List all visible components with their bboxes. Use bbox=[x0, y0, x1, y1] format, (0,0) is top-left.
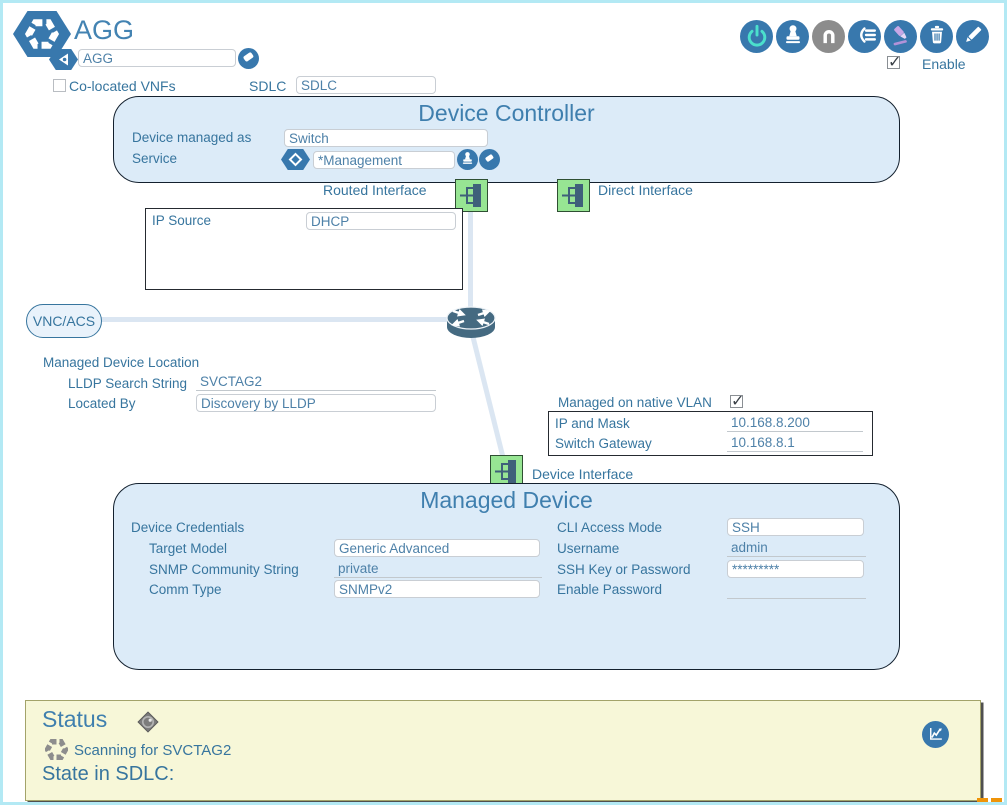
device-name-input[interactable] bbox=[78, 49, 236, 67]
connector-router-to-device-interface bbox=[469, 330, 505, 457]
resize-grip[interactable] bbox=[977, 798, 988, 805]
device-controller-panel: Device Controller Device managed as Serv… bbox=[113, 96, 900, 183]
enable-password-input[interactable] bbox=[727, 581, 866, 599]
colocated-vnfs-checkbox[interactable] bbox=[53, 79, 66, 92]
lldp-search-input[interactable] bbox=[196, 373, 436, 391]
tag-icon bbox=[49, 49, 78, 75]
scanning-text: Scanning for SVCTAG2 bbox=[74, 742, 231, 759]
page-title: AGG bbox=[74, 15, 134, 46]
target-model-label: Target Model bbox=[149, 541, 227, 556]
status-panel: Status Scanning for SVCTAG2 State in SDL… bbox=[25, 700, 981, 801]
ip-source-input[interactable] bbox=[306, 212, 456, 230]
vnc-acs-button[interactable]: VNC/ACS bbox=[26, 304, 102, 338]
device-interface-label: Device Interface bbox=[532, 466, 633, 482]
details-button[interactable] bbox=[848, 20, 881, 53]
service-input[interactable] bbox=[313, 151, 455, 169]
magnet-icon bbox=[816, 22, 842, 51]
state-in-sdlc-text: State in SDLC: bbox=[42, 763, 174, 786]
native-vlan-checkbox[interactable] bbox=[730, 395, 743, 408]
located-by-input[interactable] bbox=[196, 394, 436, 412]
ip-source-label: IP Source bbox=[152, 213, 211, 228]
managed-device-title: Managed Device bbox=[114, 487, 899, 514]
enable-password-label: Enable Password bbox=[557, 582, 662, 597]
snmp-community-input[interactable] bbox=[334, 560, 542, 578]
lldp-search-label: LLDP Search String bbox=[68, 376, 187, 391]
device-managed-as-label: Device managed as bbox=[132, 130, 251, 145]
chart-icon bbox=[926, 724, 945, 746]
power-icon bbox=[744, 22, 770, 51]
target-model-input[interactable] bbox=[334, 539, 540, 557]
device-credentials-heading: Device Credentials bbox=[131, 520, 244, 535]
located-by-label: Located By bbox=[68, 396, 136, 411]
username-input[interactable] bbox=[727, 539, 866, 557]
connector-vnc-to-router bbox=[98, 317, 453, 322]
ssh-key-label: SSH Key or Password bbox=[557, 562, 691, 577]
vlan-ip-box: IP and Mask Switch Gateway bbox=[548, 411, 873, 456]
switch-gateway-input[interactable] bbox=[727, 434, 863, 452]
highlighter-icon bbox=[888, 22, 914, 51]
managed-device-location-heading: Managed Device Location bbox=[43, 355, 199, 370]
direct-interface-icon[interactable] bbox=[557, 179, 590, 212]
managed-device-panel: Managed Device Device Credentials Target… bbox=[113, 483, 900, 670]
switch-gateway-label: Switch Gateway bbox=[555, 436, 652, 451]
trash-button[interactable] bbox=[920, 20, 953, 53]
ip-and-mask-label: IP and Mask bbox=[555, 416, 630, 431]
stamp-icon bbox=[459, 150, 476, 170]
username-label: Username bbox=[557, 541, 619, 556]
service-clear-button[interactable] bbox=[479, 149, 500, 170]
native-vlan-label: Managed on native VLAN bbox=[558, 395, 712, 410]
eraser-icon bbox=[238, 47, 259, 71]
sdlc-input[interactable] bbox=[296, 76, 436, 94]
history-chart-button[interactable] bbox=[922, 721, 949, 748]
device-config-page: AGG Co-located VNFs SDLC bbox=[0, 0, 1007, 805]
colocated-vnfs-label: Co-located VNFs bbox=[69, 78, 176, 94]
details-icon bbox=[852, 22, 878, 51]
device-managed-as-input[interactable] bbox=[284, 129, 488, 147]
status-diamond-icon bbox=[134, 708, 162, 741]
snmp-community-label: SNMP Community String bbox=[149, 562, 299, 577]
resize-grip[interactable] bbox=[991, 798, 1002, 805]
service-label: Service bbox=[132, 151, 177, 166]
highlighter-button[interactable] bbox=[884, 20, 917, 53]
enable-checkbox[interactable] bbox=[887, 56, 900, 69]
edit-pencil-icon bbox=[960, 22, 986, 51]
trash-icon bbox=[924, 22, 950, 51]
magnet-button[interactable] bbox=[812, 20, 845, 53]
connector-routed-to-router bbox=[468, 210, 473, 310]
ssh-key-input[interactable] bbox=[727, 560, 864, 578]
ip-and-mask-input[interactable] bbox=[727, 414, 863, 432]
ip-source-box: IP Source bbox=[145, 208, 463, 290]
device-controller-title: Device Controller bbox=[114, 100, 899, 127]
sdlc-label: SDLC bbox=[249, 78, 286, 94]
routed-interface-label: Routed Interface bbox=[323, 182, 427, 198]
clear-name-button[interactable] bbox=[238, 48, 259, 69]
comm-type-input[interactable] bbox=[334, 580, 540, 598]
service-diamond-icon bbox=[281, 149, 310, 175]
edit-button[interactable] bbox=[956, 20, 989, 53]
power-button[interactable] bbox=[740, 20, 773, 53]
eraser-icon bbox=[481, 150, 498, 170]
stamp-icon bbox=[780, 22, 806, 51]
cli-access-mode-label: CLI Access Mode bbox=[557, 520, 662, 535]
direct-interface-label: Direct Interface bbox=[598, 182, 693, 198]
enable-label: Enable bbox=[922, 56, 966, 72]
cli-access-mode-input[interactable] bbox=[727, 518, 864, 536]
router-icon[interactable] bbox=[445, 303, 497, 348]
stamp-button[interactable] bbox=[776, 20, 809, 53]
status-title: Status bbox=[42, 706, 107, 733]
scanning-spinner-icon bbox=[45, 738, 68, 766]
comm-type-label: Comm Type bbox=[149, 582, 222, 597]
service-stamp-button[interactable] bbox=[457, 149, 478, 170]
